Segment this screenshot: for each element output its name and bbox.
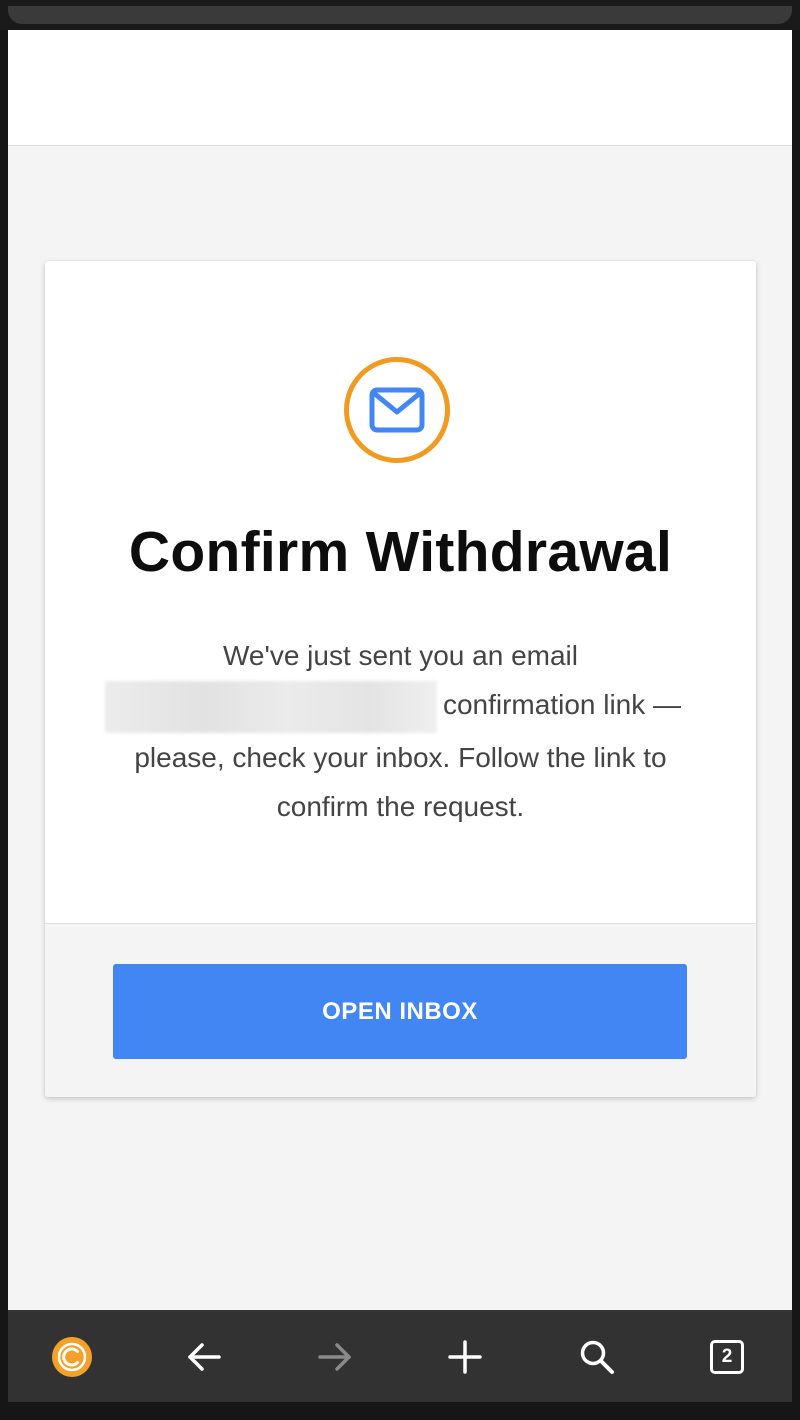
- page-header: [8, 30, 792, 146]
- status-bar: [8, 6, 792, 24]
- search-icon: [580, 1340, 614, 1374]
- arrow-left-icon: [188, 1343, 221, 1371]
- search-button[interactable]: [576, 1336, 618, 1378]
- c-coin-icon: [52, 1337, 92, 1377]
- browser-bottom-toolbar: 2: [8, 1310, 792, 1402]
- page-title: Confirm Withdrawal: [128, 520, 673, 584]
- browser-viewport: Confirm Withdrawal We've just sent you a…: [8, 30, 792, 1310]
- arrow-right-icon: [318, 1343, 351, 1371]
- device-frame: Confirm Withdrawal We've just sent you a…: [0, 0, 800, 1420]
- browser-logo-button[interactable]: [51, 1336, 93, 1378]
- envelope-icon: [369, 387, 425, 433]
- message-before: We've just sent you an email: [222, 640, 578, 671]
- status-bezel: [0, 0, 800, 30]
- forward-button[interactable]: [314, 1336, 356, 1378]
- confirmation-message: We've just sent you an email confirmatio…: [95, 631, 706, 831]
- redacted-email: [104, 680, 437, 733]
- tabs-icon: 2: [710, 1340, 744, 1374]
- open-inbox-button[interactable]: OPEN INBOX: [113, 964, 687, 1059]
- card-body: Confirm Withdrawal We've just sent you a…: [45, 261, 756, 923]
- card-footer: OPEN INBOX: [45, 923, 756, 1097]
- confirmation-card: Confirm Withdrawal We've just sent you a…: [45, 261, 756, 1097]
- new-tab-button[interactable]: [444, 1336, 486, 1378]
- bottom-bezel: [0, 1402, 800, 1420]
- email-icon-ring: [344, 357, 450, 463]
- tabs-button[interactable]: 2: [710, 1340, 752, 1382]
- back-button[interactable]: [183, 1336, 225, 1378]
- plus-icon: [448, 1340, 482, 1374]
